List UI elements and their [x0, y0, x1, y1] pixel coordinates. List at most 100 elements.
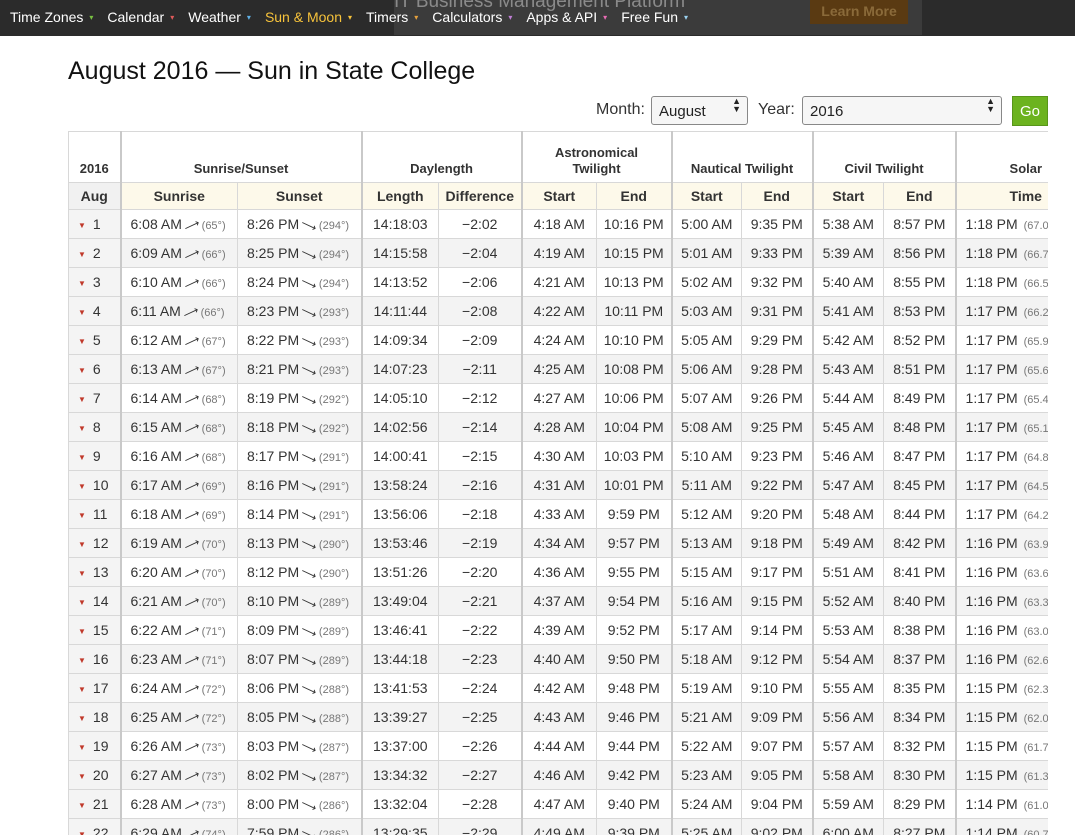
- ad-learn-more-button[interactable]: Learn More: [810, 0, 908, 24]
- nav-item-sun-moon[interactable]: Sun & Moon ▾: [255, 9, 356, 25]
- day-cell[interactable]: ▼ 5: [68, 325, 121, 355]
- expand-triangle-icon[interactable]: ▼: [78, 395, 86, 404]
- month-select[interactable]: August ▲ ▼: [651, 96, 748, 125]
- nav-item-calendar[interactable]: Calendar ▾: [97, 9, 178, 25]
- day-cell[interactable]: ▼ 12: [68, 528, 121, 558]
- nav-item-apps-api[interactable]: Apps & API ▾: [516, 9, 611, 25]
- civil-end-cell: 8:30 PM: [883, 760, 957, 790]
- nav-item-timers[interactable]: Timers ▾: [356, 9, 422, 25]
- day-cell[interactable]: ▼ 3: [68, 267, 121, 297]
- day-cell[interactable]: ▼ 21: [68, 789, 121, 819]
- day-cell[interactable]: ▼ 4: [68, 296, 121, 326]
- expand-triangle-icon[interactable]: ▼: [78, 714, 86, 723]
- difference-cell: −2:21: [438, 586, 523, 616]
- expand-triangle-icon[interactable]: ▼: [78, 598, 86, 607]
- day-cell[interactable]: ▼ 9: [68, 441, 121, 471]
- expand-triangle-icon[interactable]: ▼: [78, 250, 86, 259]
- day-cell[interactable]: ▼ 17: [68, 673, 121, 703]
- day-cell[interactable]: ▼ 20: [68, 760, 121, 790]
- solar-noon-time: 1:16 PM: [965, 535, 1018, 551]
- day-cell[interactable]: ▼ 2: [68, 238, 121, 268]
- solar-noon-time: 1:16 PM: [965, 651, 1018, 667]
- expand-triangle-icon[interactable]: ▼: [78, 627, 86, 636]
- expand-triangle-icon[interactable]: ▼: [78, 453, 86, 462]
- astro-end-cell: 10:08 PM: [596, 354, 673, 384]
- day-cell[interactable]: ▼ 6: [68, 354, 121, 384]
- sunrise-arrow-icon: ⟶: [182, 710, 202, 728]
- day-number: 18: [92, 709, 109, 725]
- day-cell[interactable]: ▼ 19: [68, 731, 121, 761]
- expand-triangle-icon[interactable]: ▼: [78, 540, 86, 549]
- difference-cell: −2:02: [438, 209, 523, 239]
- sunrise-arrow-icon: ⟶: [182, 681, 202, 699]
- civil-end-cell: 8:34 PM: [883, 702, 957, 732]
- astro-start-cell: 4:46 AM: [520, 760, 598, 790]
- solar-altitude: (66.2: [1023, 307, 1048, 319]
- expand-triangle-icon[interactable]: ▼: [78, 482, 86, 491]
- expand-triangle-icon[interactable]: ▼: [78, 337, 86, 346]
- nav-item-weather[interactable]: Weather ▾: [178, 9, 255, 25]
- col-solar-time: Time: [954, 182, 1048, 210]
- expand-triangle-icon[interactable]: ▼: [78, 221, 86, 230]
- solar-noon-cell: 1:15 PM (61.7: [954, 731, 1048, 761]
- civil-start-cell: 5:39 AM: [811, 238, 885, 268]
- nav-item-time-zones[interactable]: Time Zones ▾: [0, 9, 97, 25]
- nautical-start-cell: 5:19 AM: [670, 673, 743, 703]
- go-button[interactable]: Go: [1012, 96, 1048, 126]
- day-cell[interactable]: ▼ 7: [68, 383, 121, 413]
- chevron-down-icon: ▾: [508, 12, 513, 22]
- nav-item-calculators[interactable]: Calculators ▾: [422, 9, 516, 25]
- astro-end-cell: 9:44 PM: [596, 731, 673, 761]
- sun-table-container[interactable]: 2016 Sunrise/Sunset Daylength Astronomic…: [68, 131, 1048, 835]
- expand-triangle-icon[interactable]: ▼: [78, 743, 86, 752]
- civil-end-cell: 8:55 PM: [883, 267, 957, 297]
- sunset-azimuth: (288°): [318, 713, 349, 725]
- expand-triangle-icon[interactable]: ▼: [78, 685, 86, 694]
- expand-triangle-icon[interactable]: ▼: [78, 366, 86, 375]
- nautical-end-cell: 9:05 PM: [741, 760, 814, 790]
- day-cell[interactable]: ▼ 15: [68, 615, 121, 645]
- sunrise-cell: 6:23 AM⟶(71°): [119, 644, 238, 674]
- sunrise-cell: 6:10 AM⟶(66°): [119, 267, 238, 297]
- sunset-arrow-icon: ⟶: [299, 565, 319, 583]
- expand-triangle-icon[interactable]: ▼: [78, 772, 86, 781]
- daylength-cell: 13:51:26: [360, 557, 440, 587]
- sunrise-arrow-icon: ⟶: [182, 507, 202, 525]
- sunset-azimuth: (294°): [318, 220, 349, 232]
- expand-triangle-icon[interactable]: ▼: [78, 656, 86, 665]
- day-number: 7: [92, 390, 101, 406]
- civil-start-cell: 5:46 AM: [811, 441, 885, 471]
- day-cell[interactable]: ▼ 13: [68, 557, 121, 587]
- nav-item-free-fun[interactable]: Free Fun ▾: [611, 9, 692, 25]
- solar-altitude: (65.4: [1023, 394, 1048, 406]
- day-cell[interactable]: ▼ 10: [68, 470, 121, 500]
- day-cell[interactable]: ▼ 22: [68, 818, 121, 835]
- day-cell[interactable]: ▼ 1: [68, 209, 121, 239]
- sunrise-arrow-icon: ⟶: [182, 797, 202, 815]
- expand-triangle-icon[interactable]: ▼: [78, 424, 86, 433]
- day-cell[interactable]: ▼ 8: [68, 412, 121, 442]
- day-cell[interactable]: ▼ 14: [68, 586, 121, 616]
- expand-triangle-icon[interactable]: ▼: [78, 279, 86, 288]
- day-number: 10: [92, 477, 109, 493]
- civil-end-cell: 8:38 PM: [883, 615, 957, 645]
- sunrise-time: 6:22 AM: [130, 622, 182, 638]
- nautical-end-cell: 9:04 PM: [741, 789, 814, 819]
- sunrise-azimuth: (73°): [201, 800, 226, 812]
- expand-triangle-icon[interactable]: ▼: [78, 569, 86, 578]
- day-cell[interactable]: ▼ 16: [68, 644, 121, 674]
- expand-triangle-icon[interactable]: ▼: [78, 830, 86, 835]
- nautical-end-cell: 9:33 PM: [741, 238, 814, 268]
- solar-noon-cell: 1:18 PM (66.5: [954, 267, 1048, 297]
- chevron-down-icon: ▾: [348, 12, 353, 22]
- solar-altitude: (65.6: [1023, 365, 1048, 377]
- year-select[interactable]: 2016 ▲ ▼: [802, 96, 1002, 125]
- day-cell[interactable]: ▼ 11: [68, 499, 121, 529]
- expand-triangle-icon[interactable]: ▼: [78, 511, 86, 520]
- expand-triangle-icon[interactable]: ▼: [78, 308, 86, 317]
- nautical-end-cell: 9:29 PM: [741, 325, 814, 355]
- table-row: ▼ 18 6:25 AM⟶(72°) 8:05 PM⟶(288°) 13:39:27 −2…: [68, 702, 1048, 732]
- sunset-time: 8:00 PM: [247, 796, 300, 812]
- expand-triangle-icon[interactable]: ▼: [78, 801, 86, 810]
- day-cell[interactable]: ▼ 18: [68, 702, 121, 732]
